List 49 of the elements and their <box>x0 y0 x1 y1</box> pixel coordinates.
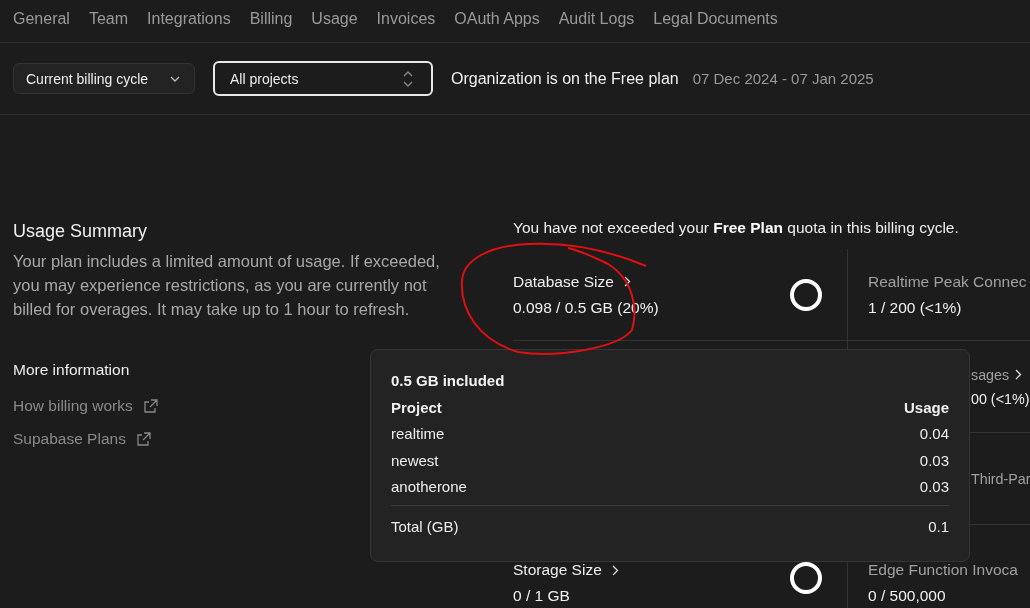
external-link-icon <box>135 430 152 447</box>
sort-arrows-icon <box>403 70 413 87</box>
doc-link[interactable]: Supabase Plans <box>13 429 126 448</box>
metric-title: sages <box>971 366 1010 383</box>
metric-value: 0 / 1 GB <box>513 587 571 605</box>
project-select[interactable]: All projects <box>213 61 433 96</box>
section-title: Usage Summary <box>13 221 149 242</box>
metric-title: Edge Function Invoca <box>868 561 1018 579</box>
external-link-icon <box>142 397 159 414</box>
nav-tab[interactable]: Team <box>88 10 129 42</box>
table-cell: 0.03 <box>919 478 949 496</box>
column-header: Project <box>391 398 442 416</box>
metric-title: Storage Size <box>513 561 602 579</box>
ring-icon <box>789 561 823 595</box>
table-cell: Total (GB) <box>391 517 459 535</box>
table-cell: realtime <box>391 425 445 443</box>
table-cell: 0.1 <box>928 517 949 535</box>
chevron-down-icon <box>170 75 180 82</box>
metric-value: 0 / 500,000 <box>868 587 947 605</box>
nav-tab[interactable]: General <box>13 10 70 42</box>
nav-tab[interactable]: Invoices <box>376 10 436 42</box>
metric-title: Third-Par <box>971 470 1030 487</box>
chevron-right-icon <box>623 276 631 287</box>
tooltip-title: 0.5 GB included <box>391 372 506 389</box>
summary-text: Your plan includes a limited amount of usage. If exceeded, you may experience restrictions, as you are currently not billed for overages. It may take up to 1 hour to refresh. <box>13 251 441 320</box>
table-cell: 0.03 <box>919 451 949 469</box>
period-dropdown[interactable]: Current billing cycle <box>13 63 195 94</box>
metric-value: 00 (<1%) <box>971 390 1030 407</box>
nav-tab[interactable]: Usage <box>311 10 358 42</box>
metric-title: Database Size <box>513 272 614 291</box>
nav-tab[interactable]: Billing <box>249 10 293 42</box>
nav-tab[interactable]: Integrations <box>147 10 231 42</box>
nav-tab[interactable]: Audit Logs <box>558 10 635 42</box>
date-range: 07 Dec 2024 - 07 Jan 2025 <box>692 70 874 87</box>
chevron-right-icon <box>1015 369 1023 380</box>
nav-tab[interactable]: Legal Documents <box>653 10 778 42</box>
section-subtitle: More information <box>13 361 131 379</box>
column-header: Usage <box>903 398 949 416</box>
table-cell: newest <box>391 451 439 469</box>
plan-note: Organization is on the Free plan <box>451 69 679 88</box>
nav-tab[interactable]: OAuth Apps <box>454 10 540 42</box>
metric-value: 1 / 200 (<1%) <box>868 298 963 317</box>
table-cell: 0.04 <box>919 425 949 443</box>
table-cell: anotherone <box>391 478 467 496</box>
quota-note: You have not exceeded your Free Plan quota in this billing cycle. <box>513 219 960 237</box>
doc-link[interactable]: How billing works <box>13 396 133 415</box>
ring-icon <box>789 277 823 312</box>
chevron-right-icon <box>611 564 619 576</box>
metric-title: Realtime Peak Connec <box>868 272 1027 291</box>
